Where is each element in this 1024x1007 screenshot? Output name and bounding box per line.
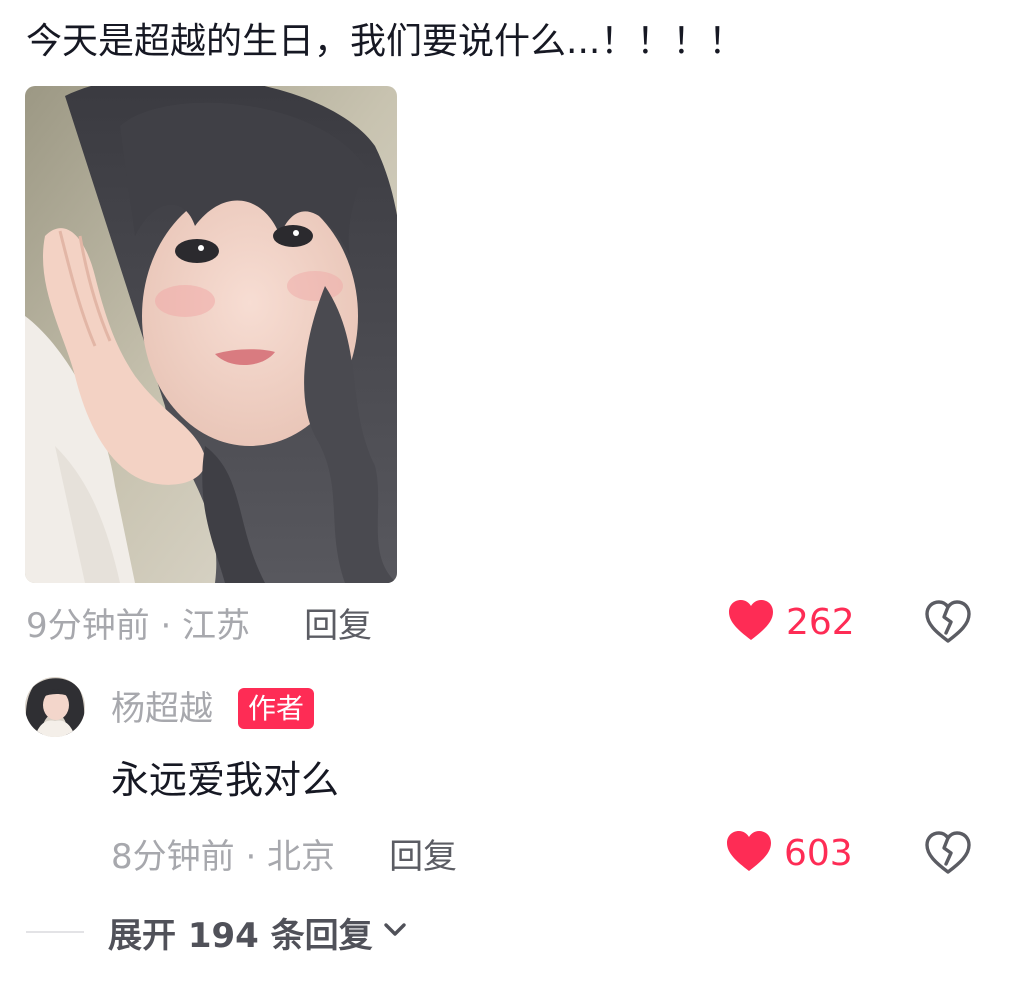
comment-like-button[interactable]: 262 [728,597,855,647]
comment-reply-button[interactable]: 回复 [304,598,372,647]
reply-meta: 8分钟前 · 北京 回复 [111,828,457,878]
reply-like-button[interactable]: 603 [726,828,853,878]
selfie-photo [25,86,397,583]
expand-divider [26,931,84,933]
heart-filled-icon [728,599,774,645]
expand-replies-button[interactable]: 展开 194 条回复 [108,907,407,957]
comment-dislike-button[interactable] [923,597,973,647]
broken-heart-icon [923,831,973,882]
comment-time-location: 9分钟前 · 江苏 [26,605,251,646]
broken-heart-icon [923,600,973,651]
reply-dislike-button[interactable] [923,828,973,878]
chevron-down-icon [383,922,407,942]
reply-reply-button[interactable]: 回复 [389,829,457,878]
expand-replies-label: 展开 194 条回复 [108,915,373,956]
heart-filled-icon [726,830,772,876]
author-avatar[interactable] [25,677,85,737]
reply-text: 永远爱我对么 [111,758,340,802]
author-name[interactable]: 杨超越 [111,684,213,734]
comment-image[interactable] [25,86,397,583]
comment-like-count: 262 [786,601,855,643]
comment-text: 今天是超越的生日，我们要说什么...！！！！ [26,21,745,62]
comment-meta: 9分钟前 · 江苏 回复 [26,597,372,647]
author-badge: 作者 [238,688,315,729]
reply-like-count: 603 [784,832,853,874]
reply-time-location: 8分钟前 · 北京 [111,836,336,877]
